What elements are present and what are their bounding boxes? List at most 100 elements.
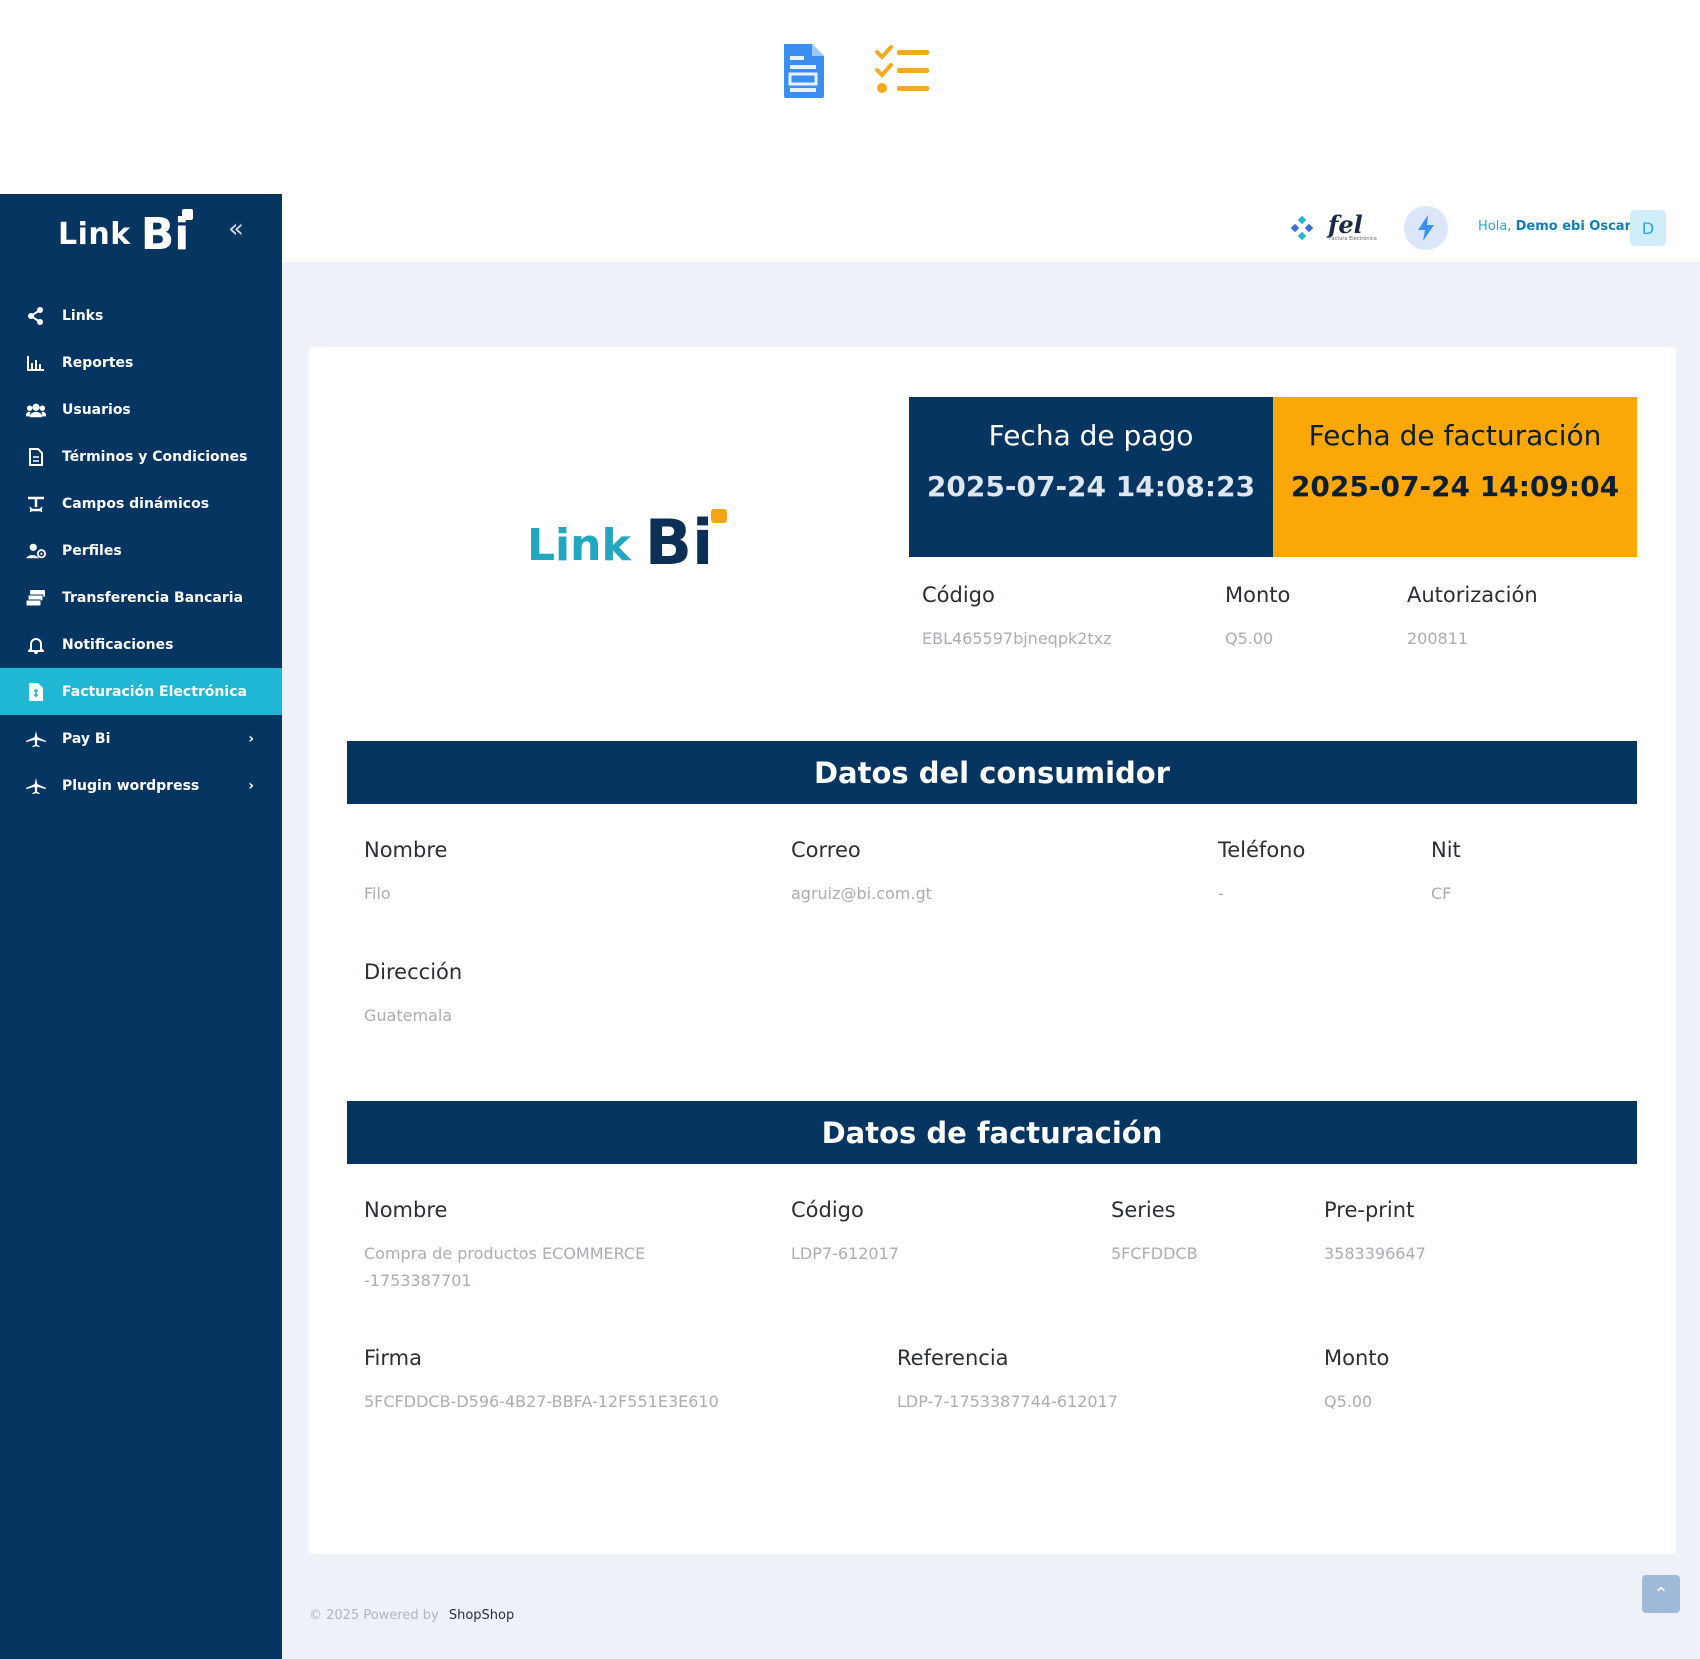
- chevron-right-icon: ›: [248, 777, 254, 794]
- monto-label: Monto: [1225, 583, 1291, 607]
- sidebar-item-label: Links: [62, 307, 104, 324]
- sidebar-item-label: Transferencia Bancaria: [62, 589, 244, 606]
- consumer-correo-value: agruiz@bi.com.gt: [791, 884, 932, 903]
- sidebar-item-label: Campos dinámicos: [62, 495, 210, 512]
- apps-dots-icon[interactable]: [1290, 215, 1314, 241]
- invoice-date-box: Fecha de facturación 2025-07-24 14:09:04: [1273, 397, 1637, 557]
- document-icon: [26, 447, 46, 467]
- double-chevron-left-icon[interactable]: «: [228, 214, 244, 244]
- chevron-right-icon: ›: [248, 730, 254, 747]
- sidebar-item-plugin-wordpress[interactable]: Plugin wordpress ›: [0, 762, 282, 809]
- codigo-value: EBL465597bjneqpk2txz: [922, 629, 1112, 648]
- user-name: Demo ebi Oscar: [1515, 219, 1631, 234]
- top-header: fel Factura Electrónica Hola, Demo ebi O…: [282, 194, 1700, 262]
- sidebar-item-label: Plugin wordpress: [62, 777, 200, 794]
- autorizacion-label: Autorización: [1407, 583, 1538, 607]
- invoice-date-value: 2025-07-24 14:09:04: [1290, 470, 1620, 503]
- autorizacion-value: 200811: [1407, 629, 1469, 648]
- billing-nombre-label: Nombre: [364, 1198, 448, 1222]
- sidebar-item-notificaciones[interactable]: Notificaciones: [0, 621, 282, 668]
- brand-logo[interactable]: Link Bi: [58, 206, 198, 262]
- billing-preprint-label: Pre-print: [1324, 1198, 1415, 1222]
- share-icon: [26, 306, 46, 326]
- consumer-correo-label: Correo: [791, 838, 861, 862]
- billing-codigo-label: Código: [791, 1198, 864, 1222]
- invoice-card: Link Bi Fecha de pago 2025-07-24 14:08:2…: [309, 347, 1676, 1554]
- user-gear-icon: [26, 541, 46, 561]
- sidebar-item-reportes[interactable]: Reportes: [0, 339, 282, 386]
- billing-codigo-value: LDP7-612017: [791, 1244, 899, 1263]
- sidebar-item-label: Notificaciones: [62, 636, 174, 653]
- billing-monto-label: Monto: [1324, 1346, 1390, 1370]
- consumer-telefono-value: -: [1218, 884, 1224, 903]
- sidebar-nav: Links Reportes Usuarios Términos y Condi…: [0, 292, 282, 809]
- sidebar-item-label: Facturación Electrónica: [62, 683, 247, 700]
- sidebar: Link Bi « Links Reportes Usuarios Términ…: [0, 194, 282, 1659]
- invoice-date-label: Fecha de facturación: [1308, 419, 1602, 452]
- sidebar-item-label: Reportes: [62, 354, 134, 371]
- payment-date-label: Fecha de pago: [988, 419, 1194, 452]
- consumer-nombre-value: Filo: [364, 884, 391, 903]
- footer-copyright: © 2025 Powered by: [309, 1608, 439, 1623]
- invoice-icon: [26, 682, 46, 702]
- users-icon: [26, 400, 46, 420]
- main-content: Link Bi Fecha de pago 2025-07-24 14:08:2…: [282, 262, 1700, 1659]
- billing-monto-value: Q5.00: [1324, 1392, 1373, 1411]
- billing-section-title: Datos de facturación: [347, 1101, 1637, 1164]
- sidebar-item-campos[interactable]: Campos dinámicos: [0, 480, 282, 527]
- footer: © 2025 Powered by ShopShop: [309, 1608, 514, 1623]
- billing-referencia-label: Referencia: [897, 1346, 1009, 1370]
- billing-preprint-value: 3583396647: [1324, 1244, 1426, 1263]
- sidebar-item-label: Pay Bi: [62, 730, 111, 747]
- consumer-direccion-label: Dirección: [364, 960, 463, 984]
- codigo-label: Código: [922, 583, 995, 607]
- user-greeting[interactable]: Hola, Demo ebi Oscar: [1478, 219, 1631, 234]
- billing-firma-label: Firma: [364, 1346, 422, 1370]
- lightning-icon: [1418, 215, 1434, 241]
- billing-nombre-value-line1: Compra de productos ECOMMERCE: [364, 1244, 646, 1263]
- payment-date-box: Fecha de pago 2025-07-24 14:08:23: [909, 397, 1273, 557]
- payment-date-value: 2025-07-24 14:08:23: [926, 470, 1256, 503]
- plane-icon: [26, 729, 46, 749]
- fel-logo[interactable]: fel: [1328, 210, 1363, 239]
- sidebar-item-facturacion[interactable]: Facturación Electrónica: [0, 668, 282, 715]
- scroll-to-top-button[interactable]: ⌃: [1642, 1575, 1680, 1613]
- footer-brand-link[interactable]: ShopShop: [449, 1608, 514, 1623]
- billing-firma-value: 5FCFDDCB-D596-4B27-BBFA-12F551E3E610: [364, 1392, 719, 1411]
- consumer-nit-label: Nit: [1431, 838, 1461, 862]
- sidebar-item-label: Usuarios: [62, 401, 131, 418]
- consumer-section-title: Datos del consumidor: [347, 741, 1637, 804]
- fel-logo-subtitle: Factura Electrónica: [1329, 236, 1377, 242]
- bell-icon: [26, 635, 46, 655]
- sidebar-item-links[interactable]: Links: [0, 292, 282, 339]
- checklist-icon[interactable]: [873, 44, 933, 98]
- app-frame: Link Bi « Links Reportes Usuarios Términ…: [0, 194, 1700, 1659]
- sidebar-item-pay-bi[interactable]: Pay Bi ›: [0, 715, 282, 762]
- billing-referencia-value: LDP-7-1753387744-612017: [897, 1392, 1118, 1411]
- text-format-icon: [26, 494, 46, 514]
- billing-series-value: 5FCFDDCB: [1111, 1244, 1198, 1263]
- sidebar-item-usuarios[interactable]: Usuarios: [0, 386, 282, 433]
- plane-icon: [26, 776, 46, 796]
- avatar[interactable]: D: [1630, 210, 1666, 246]
- document-icon[interactable]: [780, 42, 828, 100]
- sidebar-item-terminos[interactable]: Términos y Condiciones: [0, 433, 282, 480]
- monto-value: Q5.00: [1225, 629, 1274, 648]
- brand-bi-text: Bi: [141, 208, 194, 260]
- cash-stack-icon: [26, 588, 46, 608]
- sidebar-item-perfiles[interactable]: Perfiles: [0, 527, 282, 574]
- chevron-up-icon: ⌃: [1653, 1583, 1669, 1605]
- billing-series-label: Series: [1111, 1198, 1176, 1222]
- sidebar-item-label: Perfiles: [62, 542, 122, 559]
- link-bi-logo: Link Bi: [527, 509, 728, 574]
- top-toolbar: [0, 0, 1700, 194]
- billing-nombre-value-line2: -1753387701: [364, 1271, 472, 1290]
- bar-chart-icon: [26, 353, 46, 373]
- consumer-nombre-label: Nombre: [364, 838, 448, 862]
- brand-link-text: Link: [58, 216, 131, 252]
- quick-actions-button[interactable]: [1404, 206, 1448, 250]
- sidebar-item-transferencia[interactable]: Transferencia Bancaria: [0, 574, 282, 621]
- consumer-telefono-label: Teléfono: [1218, 838, 1306, 862]
- sidebar-item-label: Términos y Condiciones: [62, 448, 248, 465]
- consumer-direccion-value: Guatemala: [364, 1006, 453, 1025]
